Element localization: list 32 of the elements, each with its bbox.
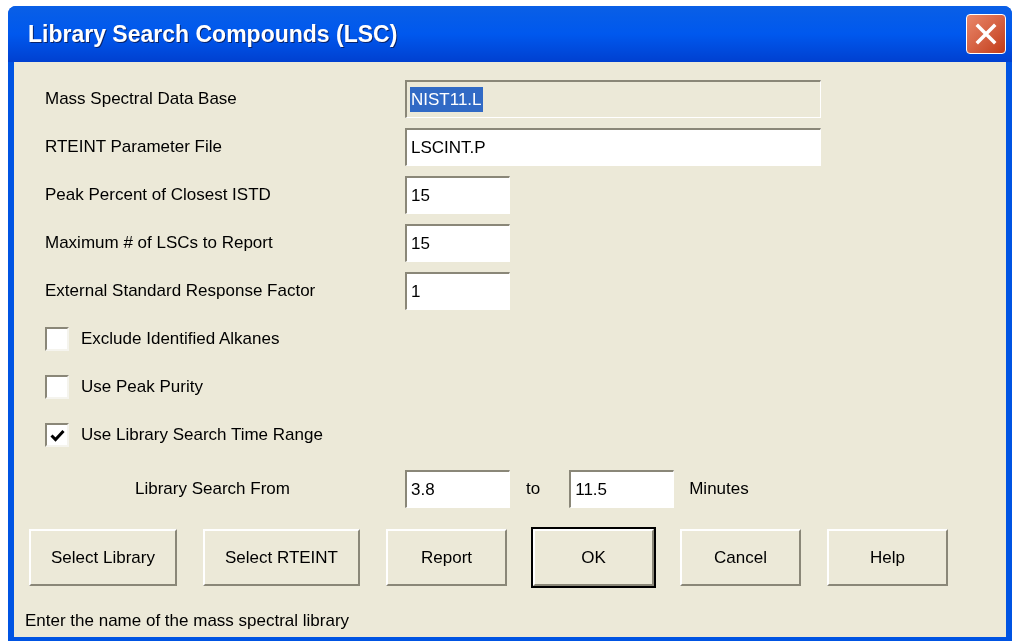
input-field[interactable]: 11.5 [569, 470, 675, 508]
separator-label: to [526, 478, 541, 501]
status-text: Enter the name of the mass spectral library [25, 610, 351, 632]
input-field[interactable]: 15 [405, 176, 510, 214]
field-label: Library Search From [135, 478, 291, 501]
input-field[interactable]: LSCINT.P [405, 128, 821, 166]
dialog-button[interactable]: OK [533, 529, 654, 586]
input-field[interactable]: 3.8 [405, 470, 510, 508]
dialog-button[interactable]: Help [827, 529, 948, 586]
checkbox[interactable] [45, 375, 69, 399]
field-label: Mass Spectral Data Base [45, 88, 238, 111]
checkbox-label: Use Peak Purity [81, 376, 203, 399]
close-icon [975, 23, 997, 45]
field-label: RTEINT Parameter File [45, 136, 223, 159]
unit-label: Minutes [689, 478, 749, 501]
read-only-field[interactable]: NIST11.L [405, 80, 821, 118]
checkbox-label: Exclude Identified Alkanes [81, 328, 280, 351]
checkmark-icon [49, 428, 65, 442]
field-label: Maximum # of LSCs to Report [45, 232, 274, 255]
field-label: External Standard Response Factor [45, 280, 317, 303]
input-field[interactable]: 15 [405, 224, 510, 262]
dialog-button[interactable]: Cancel [680, 529, 801, 586]
checkbox-label: Use Library Search Time Range [81, 424, 323, 447]
input-field[interactable]: 1 [405, 272, 510, 310]
dialog-button[interactable]: Report [386, 529, 507, 586]
checkbox[interactable] [45, 423, 69, 447]
checkbox[interactable] [45, 327, 69, 351]
dialog-button[interactable]: Select Library [29, 529, 177, 586]
window-title: Library Search Compounds (LSC) [28, 19, 398, 49]
field-label: Peak Percent of Closest ISTD [45, 184, 272, 207]
dialog-button[interactable]: Select RTEINT [202, 529, 360, 586]
close-button[interactable] [966, 14, 1006, 54]
